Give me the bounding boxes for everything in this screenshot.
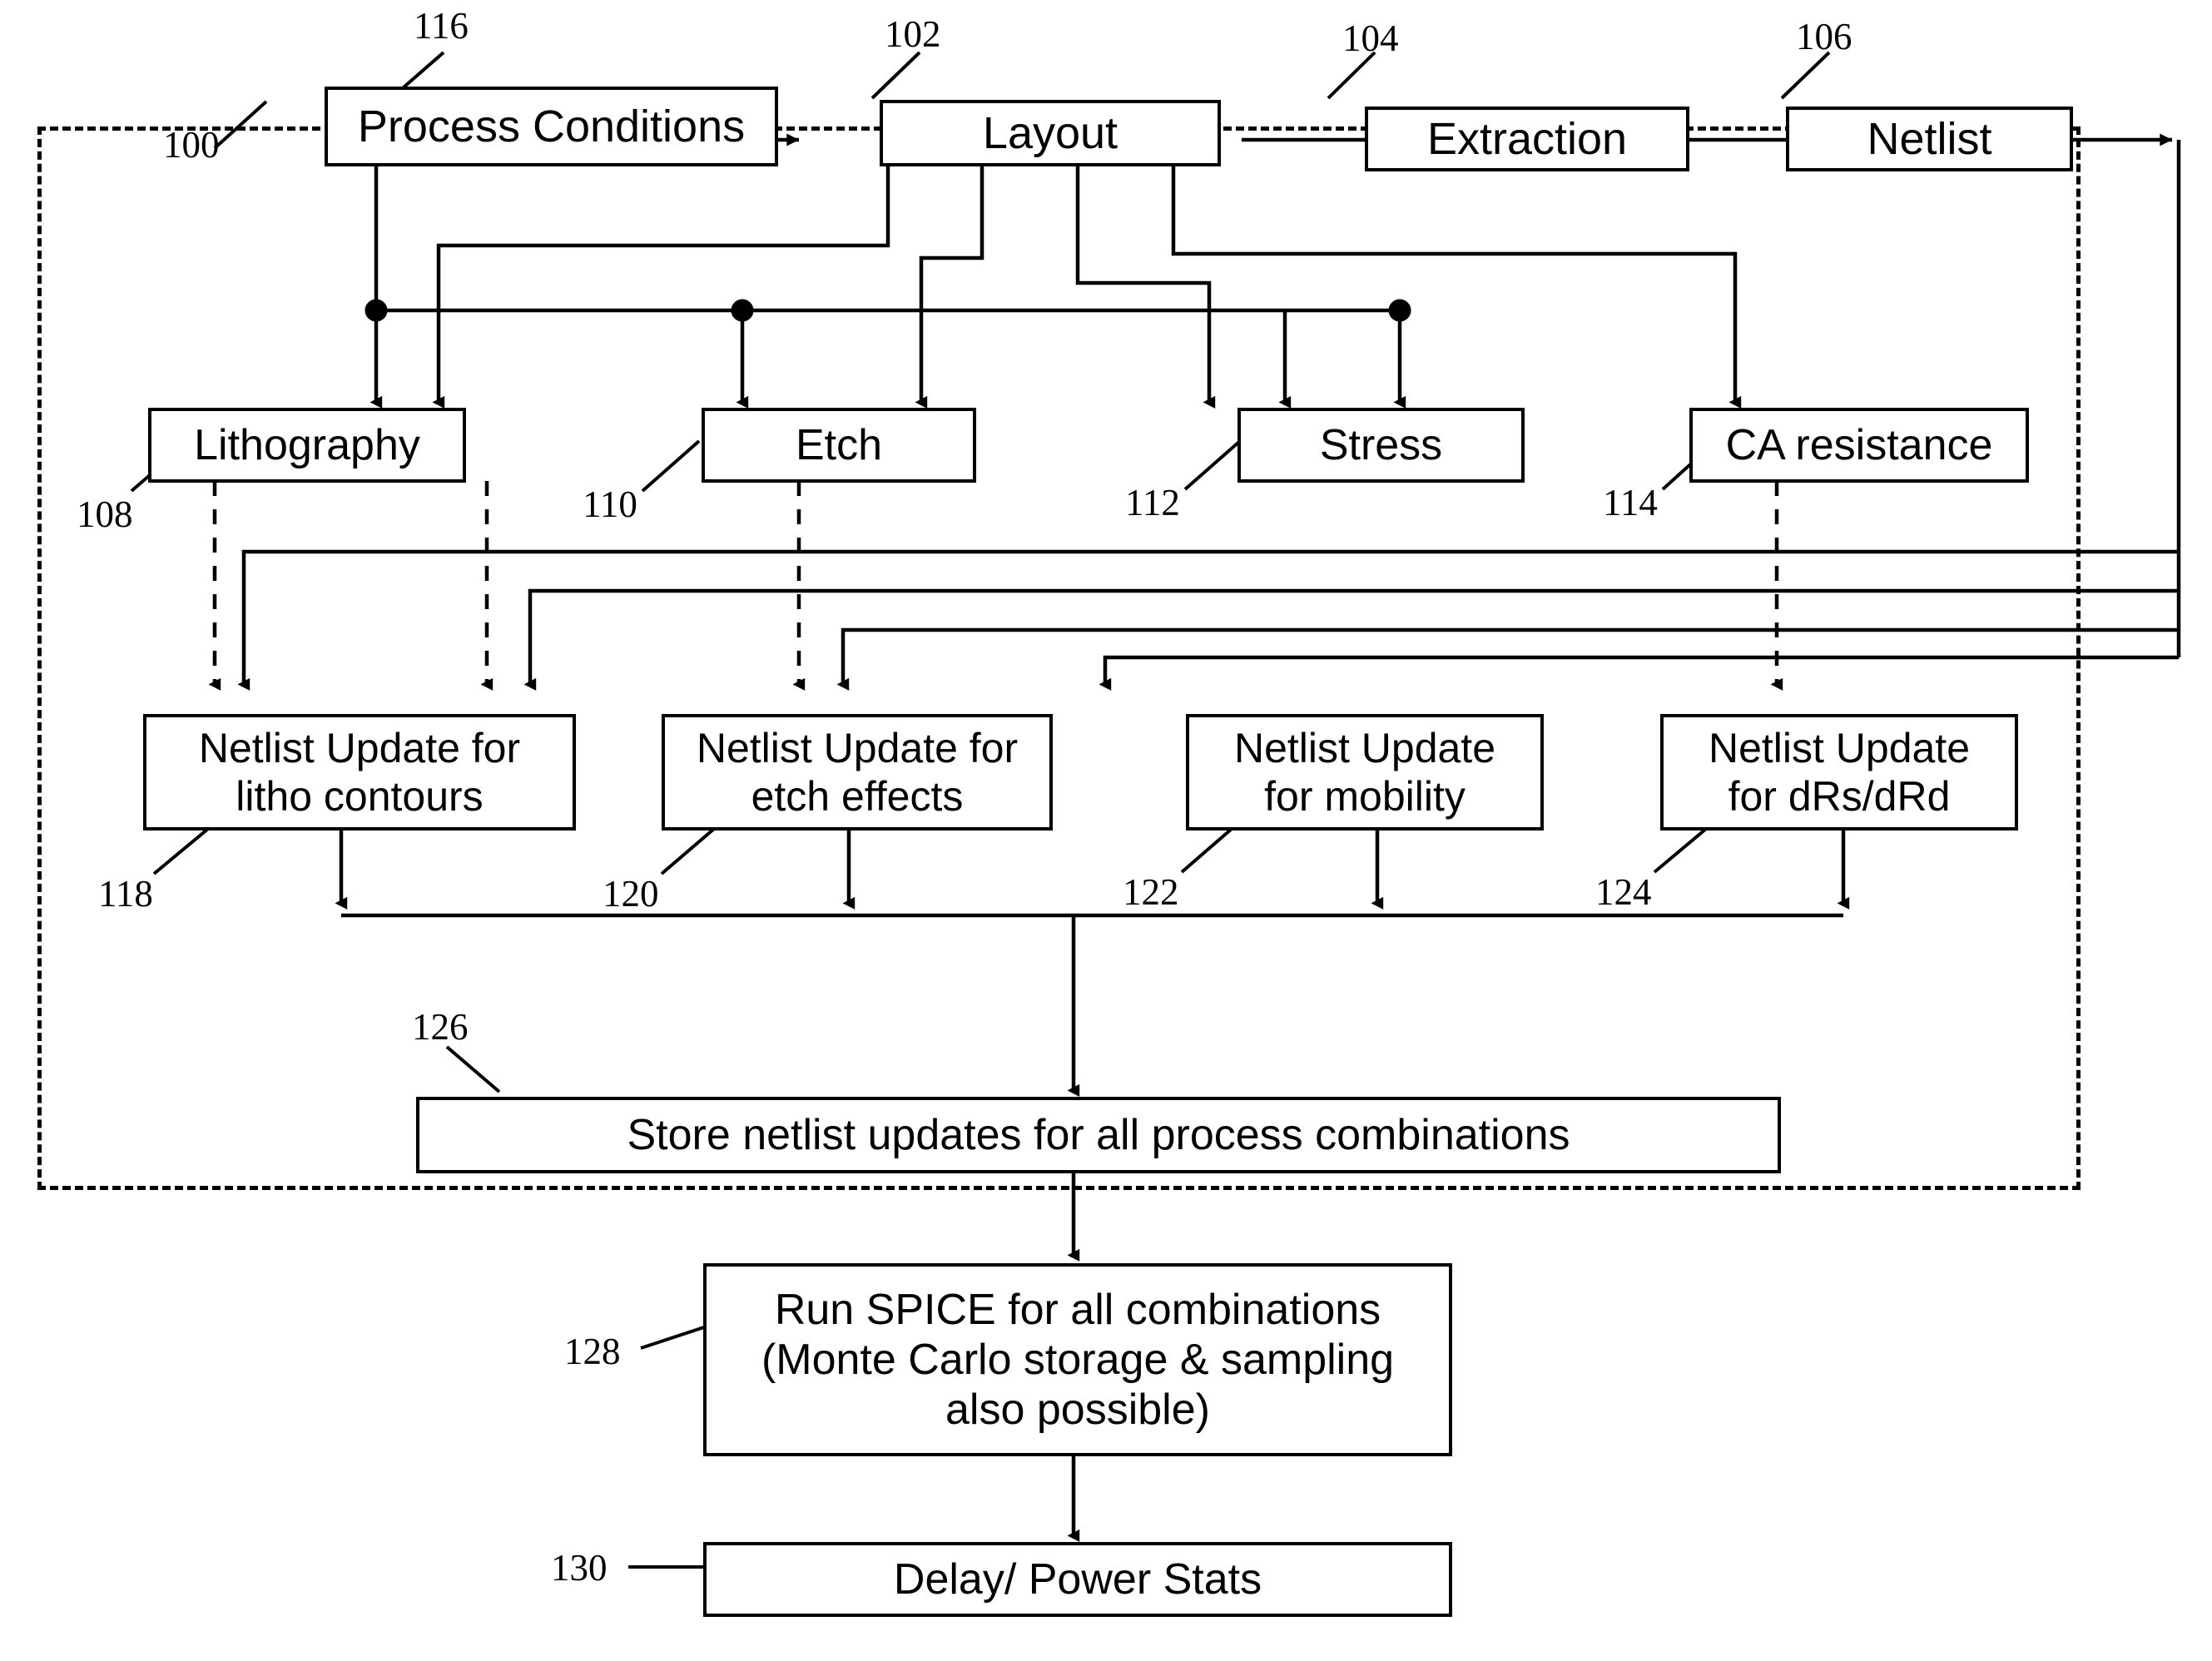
process-conditions-label: Process Conditions bbox=[357, 101, 746, 151]
netlist-update-mobility-box[interactable]: Netlist Update for mobility bbox=[1186, 714, 1544, 830]
ref-118: 118 bbox=[98, 873, 153, 915]
ref-128: 128 bbox=[564, 1331, 621, 1372]
ref-114: 114 bbox=[1603, 482, 1658, 523]
lithography-label: Lithography bbox=[194, 420, 420, 469]
netlist-update-drsdrd-line1: Netlist Update bbox=[1708, 725, 1971, 771]
netlist-update-etch-line2: etch effects bbox=[751, 773, 964, 820]
stress-box[interactable]: Stress bbox=[1237, 408, 1525, 483]
ref-112: 112 bbox=[1125, 482, 1180, 523]
store-netlist-updates-label: Store netlist updates for all process co… bbox=[627, 1110, 1570, 1159]
delay-power-stats-box[interactable]: Delay/ Power Stats bbox=[703, 1542, 1452, 1617]
ref-122: 122 bbox=[1123, 871, 1179, 913]
netlist-update-etch-box[interactable]: Netlist Update for etch effects bbox=[662, 714, 1053, 830]
netlist-label: Netlist bbox=[1867, 113, 1992, 164]
ref-120: 120 bbox=[603, 873, 659, 915]
ref-116: 116 bbox=[414, 5, 469, 47]
netlist-update-litho-line2: litho contours bbox=[236, 773, 484, 820]
process-conditions-box[interactable]: Process Conditions bbox=[325, 87, 778, 166]
ref-106: 106 bbox=[1796, 16, 1852, 57]
delay-power-stats-label: Delay/ Power Stats bbox=[893, 1554, 1262, 1604]
ref-130: 130 bbox=[551, 1547, 608, 1589]
netlist-box[interactable]: Netlist bbox=[1786, 107, 2073, 171]
ref-126: 126 bbox=[412, 1006, 469, 1048]
run-spice-line3: also possible) bbox=[945, 1386, 1210, 1435]
run-spice-line2: (Monte Carlo storage & sampling bbox=[761, 1335, 1395, 1384]
netlist-update-mobility-line2: for mobility bbox=[1264, 773, 1466, 820]
netlist-update-drsdrd-box[interactable]: Netlist Update for dRs/dRd bbox=[1660, 714, 2018, 830]
netlist-update-etch-line1: Netlist Update for bbox=[696, 725, 1019, 771]
netlist-update-drsdrd-line2: for dRs/dRd bbox=[1728, 773, 1951, 820]
ref-124: 124 bbox=[1595, 871, 1652, 913]
etch-label: Etch bbox=[795, 420, 883, 469]
netlist-update-mobility-line1: Netlist Update bbox=[1233, 725, 1496, 771]
extraction-label: Extraction bbox=[1426, 113, 1628, 164]
ref-108: 108 bbox=[77, 493, 133, 535]
ca-resistance-label: CA resistance bbox=[1725, 420, 1993, 469]
patent-flow-diagram: 116 102 104 106 100 108 110 112 114 118 … bbox=[0, 0, 2212, 1661]
netlist-update-litho-box[interactable]: Netlist Update for litho contours bbox=[143, 714, 576, 830]
extraction-box[interactable]: Extraction bbox=[1365, 107, 1689, 171]
process-block-boundary bbox=[37, 126, 2081, 1190]
layout-label: Layout bbox=[982, 107, 1118, 158]
store-netlist-updates-box[interactable]: Store netlist updates for all process co… bbox=[416, 1097, 1781, 1173]
ref-110: 110 bbox=[583, 483, 637, 525]
layout-box[interactable]: Layout bbox=[880, 100, 1221, 166]
ref-102: 102 bbox=[885, 13, 941, 55]
ca-resistance-box[interactable]: CA resistance bbox=[1689, 408, 2029, 483]
netlist-update-litho-line1: Netlist Update for bbox=[198, 725, 521, 771]
run-spice-line1: Run SPICE for all combinations bbox=[774, 1285, 1381, 1334]
lithography-box[interactable]: Lithography bbox=[148, 408, 466, 483]
ref-100: 100 bbox=[163, 124, 220, 166]
run-spice-box[interactable]: Run SPICE for all combinations (Monte Ca… bbox=[703, 1263, 1452, 1456]
ref-104: 104 bbox=[1342, 17, 1399, 59]
stress-label: Stress bbox=[1319, 420, 1443, 469]
etch-box[interactable]: Etch bbox=[702, 408, 976, 483]
